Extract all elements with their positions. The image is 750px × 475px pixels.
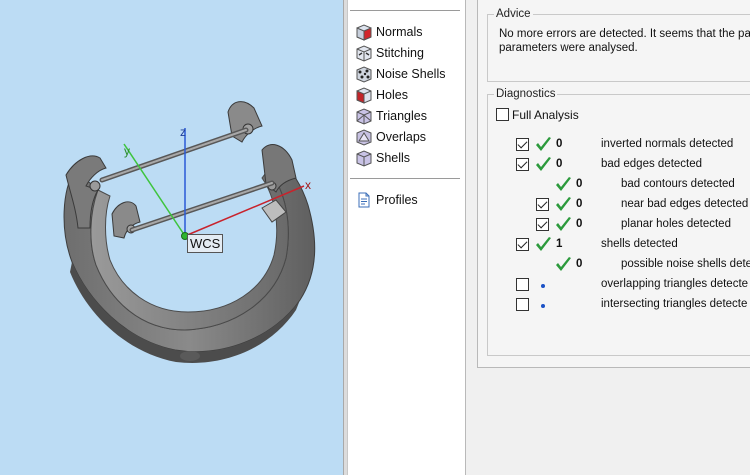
diagnostic-label: bad edges detected [601, 158, 703, 170]
diagnostic-checkbox[interactable] [536, 198, 549, 211]
tool-item-overlaps[interactable]: Overlaps [354, 127, 426, 147]
diagnostic-checkbox[interactable] [516, 158, 529, 171]
diagnostic-label: planar holes detected [621, 218, 731, 230]
diagnostic-count: 1 [556, 238, 563, 250]
diagnostic-count: 0 [576, 178, 583, 190]
advice-message: No more errors are detected. It seems th… [499, 27, 750, 55]
diagnostic-label: possible noise shells detec [621, 258, 750, 270]
tool-item-stitching[interactable]: Stitching [354, 43, 424, 63]
diagnostic-count: 0 [556, 158, 563, 170]
tool-item-noise-shells[interactable]: Noise Shells [354, 64, 445, 84]
tool-label: Profiles [376, 193, 418, 207]
diagnostic-checkbox[interactable] [536, 218, 549, 231]
shells-icon [354, 148, 374, 168]
diagnostic-checkbox[interactable] [516, 298, 529, 311]
tool-item-normals[interactable]: Normals [354, 22, 423, 42]
pending-dot-icon [541, 304, 545, 308]
check-ok-icon [556, 177, 571, 191]
diagnostic-count: 0 [576, 198, 583, 210]
check-ok-icon [556, 257, 571, 271]
y-axis-label: y [124, 144, 130, 158]
diagnostic-label: bad contours detected [621, 178, 735, 190]
profiles-icon [354, 190, 374, 210]
tool-label: Normals [376, 25, 423, 39]
holes-icon [354, 85, 374, 105]
diagnostic-count: 0 [576, 258, 583, 270]
overlaps-icon [354, 127, 374, 147]
separator [350, 10, 460, 11]
z-axis-label: z [180, 125, 186, 139]
diagnostic-label: overlapping triangles detecte [601, 278, 749, 290]
diagnostic-checkbox[interactable] [516, 238, 529, 251]
triangles-icon [354, 106, 374, 126]
tool-label: Holes [376, 88, 408, 102]
diagnostic-count: 0 [556, 138, 563, 150]
diagnostic-label: inverted normals detected [601, 138, 734, 150]
check-ok-icon [536, 237, 551, 251]
tool-panel: Normals Stitching Noise Shells Holes Tri… [348, 0, 466, 475]
separator [350, 178, 460, 179]
diagnostic-label: intersecting triangles detecte [601, 298, 748, 310]
tool-item-shells[interactable]: Shells [354, 148, 410, 168]
check-ok-icon [536, 137, 551, 151]
tool-label: Overlaps [376, 130, 427, 144]
diagnostic-label: shells detected [601, 238, 678, 250]
diagnostic-count: 0 [576, 218, 583, 230]
advice-line: No more errors are detected. It seems th… [499, 28, 750, 40]
check-ok-icon [556, 197, 571, 211]
tool-item-triangles[interactable]: Triangles [354, 106, 427, 126]
advice-title: Advice [494, 8, 533, 20]
diagnostics-title: Diagnostics [494, 88, 558, 100]
pending-dot-icon [541, 284, 545, 288]
tool-item-holes[interactable]: Holes [354, 85, 408, 105]
tool-label: Triangles [376, 109, 427, 123]
check-ok-icon [556, 217, 571, 231]
model-view: z y x [63, 101, 316, 363]
tool-label: Shells [376, 151, 411, 165]
x-axis-label: x [305, 178, 311, 192]
ring-model [63, 101, 316, 363]
stitching-icon [354, 43, 374, 63]
diagnostic-label: near bad edges detected [621, 198, 749, 210]
full-analysis-label: Full Analysis [512, 108, 579, 122]
check-ok-icon [536, 157, 551, 171]
advice-line: parameters were analysed. [499, 42, 638, 54]
3d-viewport[interactable]: z y x WCS [0, 0, 343, 475]
noise-shells-icon [354, 64, 374, 84]
tool-item-profiles[interactable]: Profiles [354, 190, 418, 210]
diagnostic-checkbox[interactable] [516, 278, 529, 291]
tool-label: Noise Shells [376, 67, 446, 81]
wcs-label: WCS [187, 234, 223, 253]
normals-icon [354, 22, 374, 42]
diagnostic-checkbox[interactable] [516, 138, 529, 151]
tool-label: Stitching [376, 46, 424, 60]
full-analysis-checkbox[interactable] [496, 108, 509, 121]
